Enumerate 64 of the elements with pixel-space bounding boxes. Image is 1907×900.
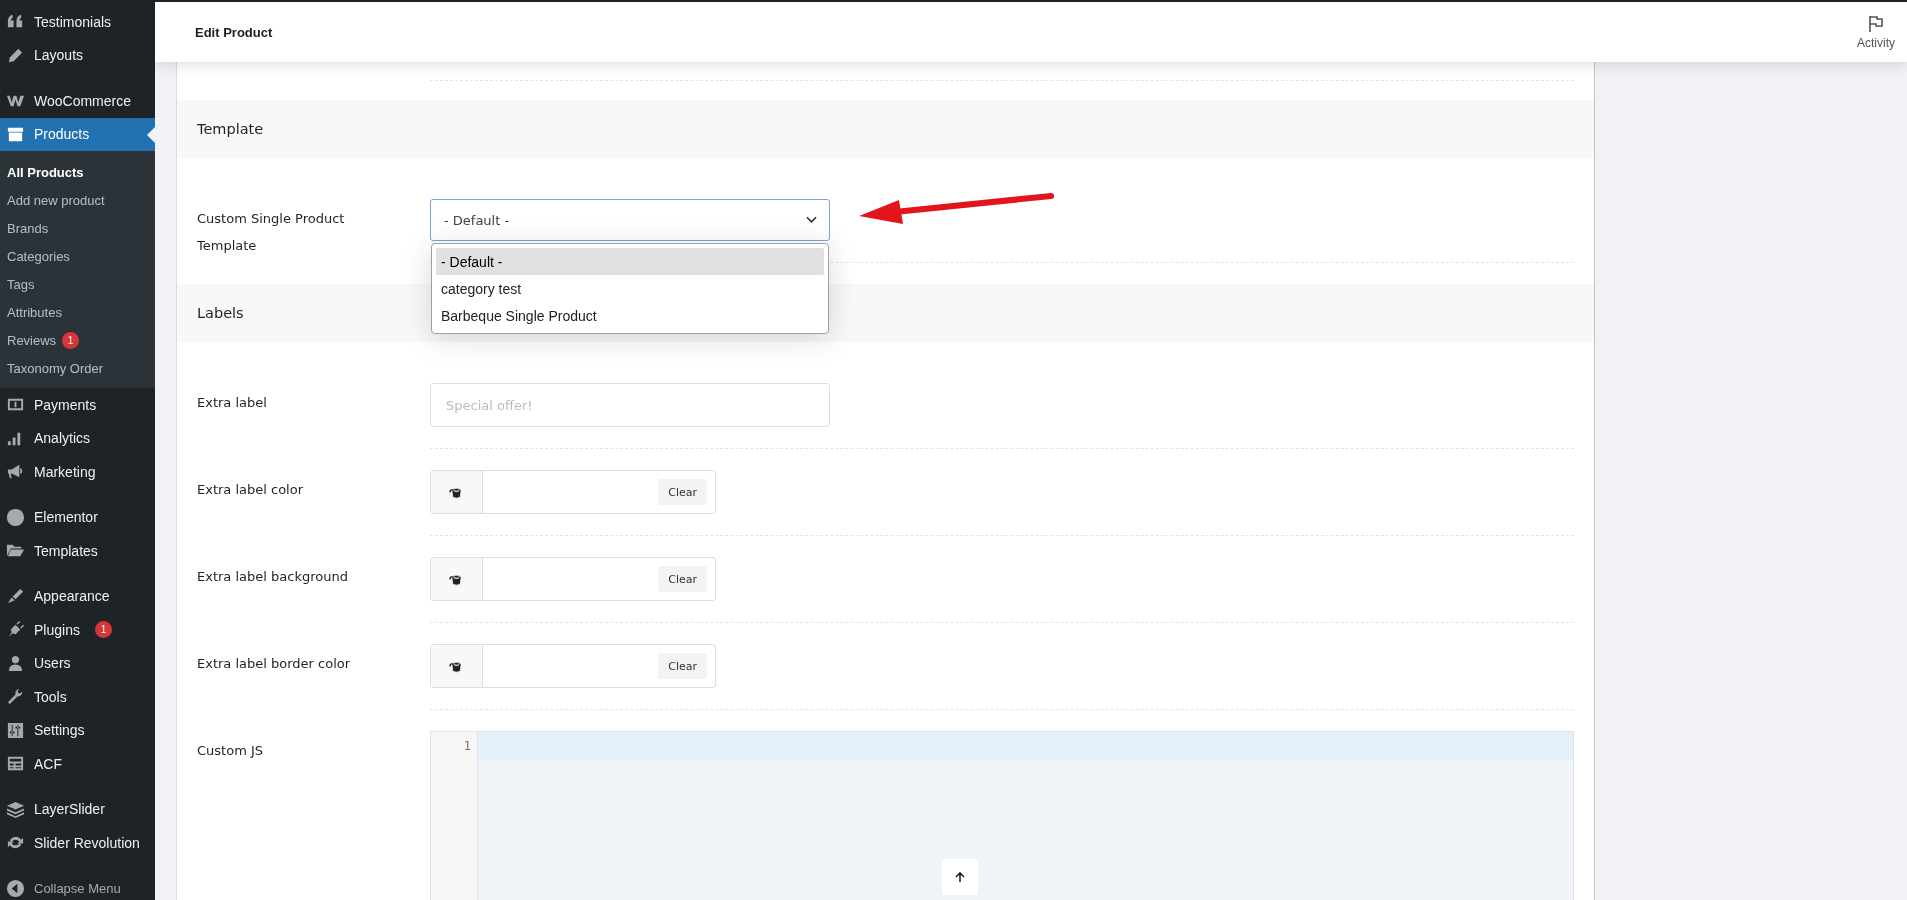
clear-button[interactable]: Clear: [658, 653, 707, 679]
sidebar-item[interactable]: Testimonials: [0, 5, 155, 39]
color-field[interactable]: Clear: [430, 557, 716, 601]
sidebar-item[interactable]: Appearance: [0, 579, 155, 613]
submenu-item[interactable]: Add new product: [0, 186, 155, 214]
field-label: Custom JS: [197, 742, 265, 760]
submenu-item[interactable]: Reviews 1: [0, 326, 155, 354]
sidebar-item[interactable]: Plugins 1: [0, 613, 155, 647]
sidebar-item[interactable]: Tools: [0, 680, 155, 714]
sidebar-item[interactable]: Layouts: [0, 38, 155, 72]
template-select[interactable]: - Default -: [430, 199, 830, 241]
collapse-menu-button[interactable]: Collapse Menu: [0, 871, 155, 900]
text-field[interactable]: Special offer!: [430, 383, 830, 427]
field-label: Extra label background: [197, 568, 349, 586]
dropdown-option[interactable]: - Default -: [436, 248, 824, 275]
circle-logo-icon: [6, 507, 25, 527]
section-title: Labels: [197, 305, 244, 321]
submenu-item[interactable]: Brands: [0, 214, 155, 242]
color-field[interactable]: Clear: [430, 644, 716, 688]
activity-button[interactable]: Activity: [1851, 14, 1901, 50]
dropdown-option[interactable]: Barbeque Single Product: [436, 302, 824, 329]
field-label: Extra label color: [197, 481, 305, 499]
color-field[interactable]: Clear: [430, 470, 716, 514]
scroll-top-button[interactable]: [942, 859, 978, 895]
sidebar-item[interactable]: Slider Revolution: [0, 826, 155, 860]
sidebar-item[interactable]: Settings: [0, 713, 155, 747]
count-badge: 1: [94, 621, 112, 639]
submenu-item[interactable]: Taxonomy Order: [0, 354, 155, 382]
sidebar-item[interactable]: WooCommerce: [0, 84, 155, 118]
section-title: Template: [197, 121, 264, 137]
arrow-up-icon: [954, 871, 966, 883]
chevron-down-icon: [806, 216, 817, 224]
sidebar-item[interactable]: Templates: [0, 534, 155, 568]
code-editor[interactable]: 1: [430, 731, 1574, 900]
clear-button[interactable]: Clear: [658, 566, 707, 592]
sidebar-item[interactable]: LayerSlider: [0, 792, 155, 826]
user-icon: [6, 653, 25, 673]
sliders-icon: [6, 720, 25, 740]
sidebar-item[interactable]: Elementor: [0, 500, 155, 534]
sidebar-item[interactable]: Payments: [0, 388, 155, 422]
submenu-item[interactable]: Tags: [0, 270, 155, 298]
count-badge: 1: [62, 331, 80, 349]
color-picker-button[interactable]: [431, 471, 483, 513]
sidebar-item[interactable]: Products: [0, 117, 155, 151]
submenu-item[interactable]: Categories: [0, 242, 155, 270]
page-title: Edit Product: [195, 24, 273, 40]
flag-icon: [1868, 14, 1884, 33]
sidebar-item[interactable]: Analytics: [0, 421, 155, 455]
line-number: 1: [462, 738, 472, 755]
sidebar-item[interactable]: Marketing: [0, 455, 155, 489]
field-label: Custom Single Product Template: [197, 210, 346, 255]
wrench-icon: [6, 687, 25, 707]
layers-icon: [6, 799, 25, 819]
field-label: Extra label: [197, 394, 268, 412]
submenu-item[interactable]: All Products: [0, 158, 155, 186]
color-picker-button[interactable]: [431, 645, 483, 687]
sidebar-item[interactable]: ACF: [0, 747, 155, 781]
color-picker-button[interactable]: [431, 558, 483, 600]
submenu-item[interactable]: Attributes: [0, 298, 155, 326]
sidebar-item[interactable]: Users: [0, 646, 155, 680]
dropdown-option[interactable]: category test: [436, 275, 824, 302]
paintbrush-icon: [6, 586, 25, 606]
field-label: Extra label border color: [197, 655, 352, 673]
clear-button[interactable]: Clear: [658, 479, 707, 505]
